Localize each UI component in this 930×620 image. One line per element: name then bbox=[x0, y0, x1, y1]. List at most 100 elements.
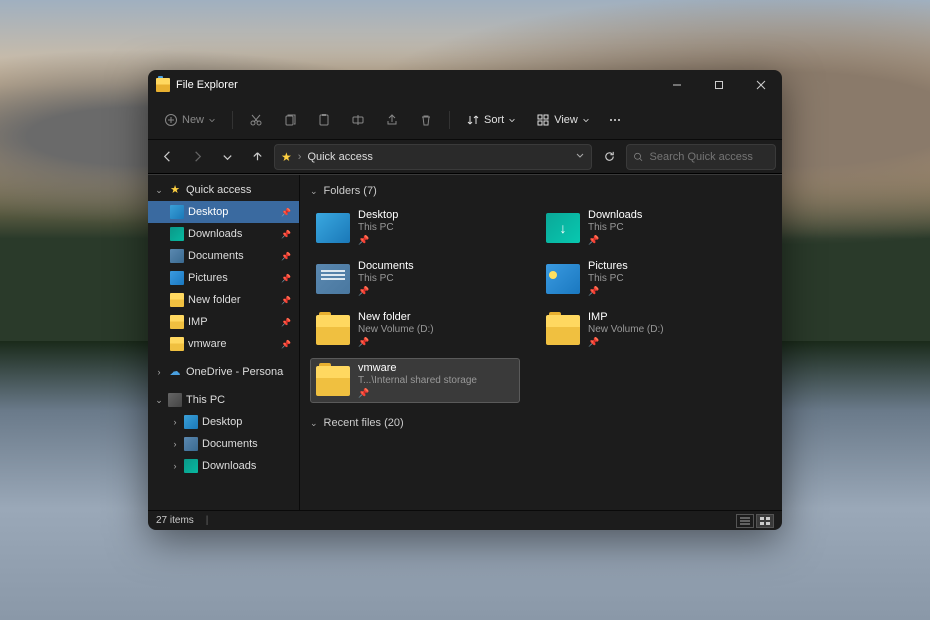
sort-label: Sort bbox=[484, 114, 504, 126]
cloud-icon: ☁ bbox=[168, 365, 182, 379]
folder-icon bbox=[316, 366, 350, 396]
sidebar-pc-desktop[interactable]: › Desktop bbox=[148, 411, 299, 433]
file-explorer-window: File Explorer New Sort bbox=[148, 70, 782, 530]
tile-name: New folder bbox=[358, 311, 434, 323]
tile-location: This PC bbox=[588, 222, 642, 233]
recent-locations-button[interactable] bbox=[214, 144, 240, 170]
up-button[interactable] bbox=[244, 144, 270, 170]
pin-icon: 📌 bbox=[281, 230, 291, 239]
chevron-right-icon: › bbox=[170, 417, 180, 427]
chevron-down-icon[interactable] bbox=[575, 150, 585, 163]
chevron-right-icon: › bbox=[170, 461, 180, 471]
divider bbox=[232, 111, 233, 129]
new-label: New bbox=[182, 114, 204, 126]
section-folders[interactable]: ⌄ Folders (7) bbox=[310, 185, 772, 197]
back-button[interactable] bbox=[154, 144, 180, 170]
folder-tile[interactable]: DesktopThis PC📌 bbox=[310, 205, 520, 250]
folder-tile[interactable]: ↓DownloadsThis PC📌 bbox=[540, 205, 750, 250]
refresh-button[interactable] bbox=[596, 144, 622, 170]
pin-icon: 📌 bbox=[588, 235, 642, 246]
minimize-button[interactable] bbox=[656, 70, 698, 100]
paste-button[interactable] bbox=[309, 106, 339, 134]
downloads-icon bbox=[170, 227, 184, 241]
folder-tile[interactable]: IMPNew Volume (D:)📌 bbox=[540, 307, 750, 352]
new-button[interactable]: New bbox=[156, 106, 224, 134]
rename-button[interactable] bbox=[343, 106, 373, 134]
breadcrumb-sep: › bbox=[298, 151, 302, 163]
navigation-pane[interactable]: ⌄ ★ Quick access Desktop📌 Downloads📌 Doc… bbox=[148, 175, 300, 510]
window-controls bbox=[656, 70, 782, 100]
body: ⌄ ★ Quick access Desktop📌 Downloads📌 Doc… bbox=[148, 174, 782, 510]
sidebar-label: This PC bbox=[186, 394, 225, 406]
sidebar-label: Downloads bbox=[202, 460, 256, 472]
tile-name: Documents bbox=[358, 260, 414, 272]
downloads-icon bbox=[184, 459, 198, 473]
tile-location: New Volume (D:) bbox=[358, 324, 434, 335]
tile-location: This PC bbox=[588, 273, 628, 284]
sort-button[interactable]: Sort bbox=[458, 106, 524, 134]
sidebar-item-newfolder[interactable]: New folder📌 bbox=[148, 289, 299, 311]
window-title: File Explorer bbox=[176, 79, 238, 91]
delete-button[interactable] bbox=[411, 106, 441, 134]
sidebar-item-vmware[interactable]: vmware 📌 bbox=[148, 333, 299, 355]
desktop-icon bbox=[184, 415, 198, 429]
chevron-right-icon: › bbox=[170, 439, 180, 449]
pin-icon: 📌 bbox=[281, 340, 291, 349]
sidebar-pc-documents[interactable]: ›Documents bbox=[148, 433, 299, 455]
sidebar-item-downloads[interactable]: Downloads📌 bbox=[148, 223, 299, 245]
address-bar[interactable]: ★ › Quick access bbox=[274, 144, 592, 170]
folder-tile[interactable]: DocumentsThis PC📌 bbox=[310, 256, 520, 301]
pic-icon bbox=[546, 264, 580, 294]
tile-location: New Volume (D:) bbox=[588, 324, 664, 335]
folders-grid: DesktopThis PC📌↓DownloadsThis PC📌Documen… bbox=[310, 205, 772, 403]
sidebar-item-documents[interactable]: Documents📌 bbox=[148, 245, 299, 267]
more-button[interactable] bbox=[602, 106, 628, 134]
section-recent[interactable]: ⌄ Recent files (20) bbox=[310, 417, 772, 429]
close-button[interactable] bbox=[740, 70, 782, 100]
divider bbox=[449, 111, 450, 129]
pin-icon: 📌 bbox=[281, 296, 291, 305]
search-input[interactable] bbox=[650, 151, 769, 163]
folder-tile[interactable]: New folderNew Volume (D:)📌 bbox=[310, 307, 520, 352]
tile-info: PicturesThis PC📌 bbox=[588, 260, 628, 297]
sidebar-label: vmware bbox=[188, 338, 227, 350]
content-area[interactable]: ⌄ Folders (7) DesktopThis PC📌↓DownloadsT… bbox=[300, 175, 782, 510]
folder-tile[interactable]: vmwareT...\Internal shared storage📌 bbox=[310, 358, 520, 403]
maximize-button[interactable] bbox=[698, 70, 740, 100]
status-item-count: 27 items bbox=[156, 515, 194, 526]
documents-icon bbox=[170, 249, 184, 263]
sidebar-item-desktop[interactable]: Desktop📌 bbox=[148, 201, 299, 223]
breadcrumb-location: Quick access bbox=[307, 151, 372, 163]
divider: | bbox=[206, 515, 209, 526]
sidebar-label: Pictures bbox=[188, 272, 228, 284]
sidebar-item-pictures[interactable]: Pictures📌 bbox=[148, 267, 299, 289]
star-icon: ★ bbox=[168, 183, 182, 197]
chevron-down-icon: ⌄ bbox=[310, 418, 318, 429]
status-bar: 27 items | bbox=[148, 510, 782, 530]
tile-info: DownloadsThis PC📌 bbox=[588, 209, 642, 246]
tiles-view-button[interactable] bbox=[756, 514, 774, 528]
doc-icon bbox=[316, 264, 350, 294]
view-button[interactable]: View bbox=[528, 106, 598, 134]
desktop-icon bbox=[170, 205, 184, 219]
copy-button[interactable] bbox=[275, 106, 305, 134]
sidebar-quick-access[interactable]: ⌄ ★ Quick access bbox=[148, 179, 299, 201]
folder-tile[interactable]: PicturesThis PC📌 bbox=[540, 256, 750, 301]
sidebar-onedrive[interactable]: › ☁ OneDrive - Persona bbox=[148, 361, 299, 383]
pin-icon: 📌 bbox=[588, 286, 628, 297]
sidebar-label: Desktop bbox=[202, 416, 242, 428]
cut-button[interactable] bbox=[241, 106, 271, 134]
sidebar-pc-downloads[interactable]: › Downloads bbox=[148, 455, 299, 477]
share-button[interactable] bbox=[377, 106, 407, 134]
tile-info: DesktopThis PC📌 bbox=[358, 209, 398, 246]
sidebar-item-imp[interactable]: IMP📌 bbox=[148, 311, 299, 333]
titlebar[interactable]: File Explorer bbox=[148, 70, 782, 100]
forward-button[interactable] bbox=[184, 144, 210, 170]
tile-location: This PC bbox=[358, 273, 414, 284]
sidebar-label: Documents bbox=[188, 250, 244, 262]
details-view-button[interactable] bbox=[736, 514, 754, 528]
toolbar: New Sort View bbox=[148, 100, 782, 140]
sidebar-label: Quick access bbox=[186, 184, 251, 196]
search-box[interactable] bbox=[626, 144, 776, 170]
sidebar-this-pc[interactable]: ⌄ This PC bbox=[148, 389, 299, 411]
